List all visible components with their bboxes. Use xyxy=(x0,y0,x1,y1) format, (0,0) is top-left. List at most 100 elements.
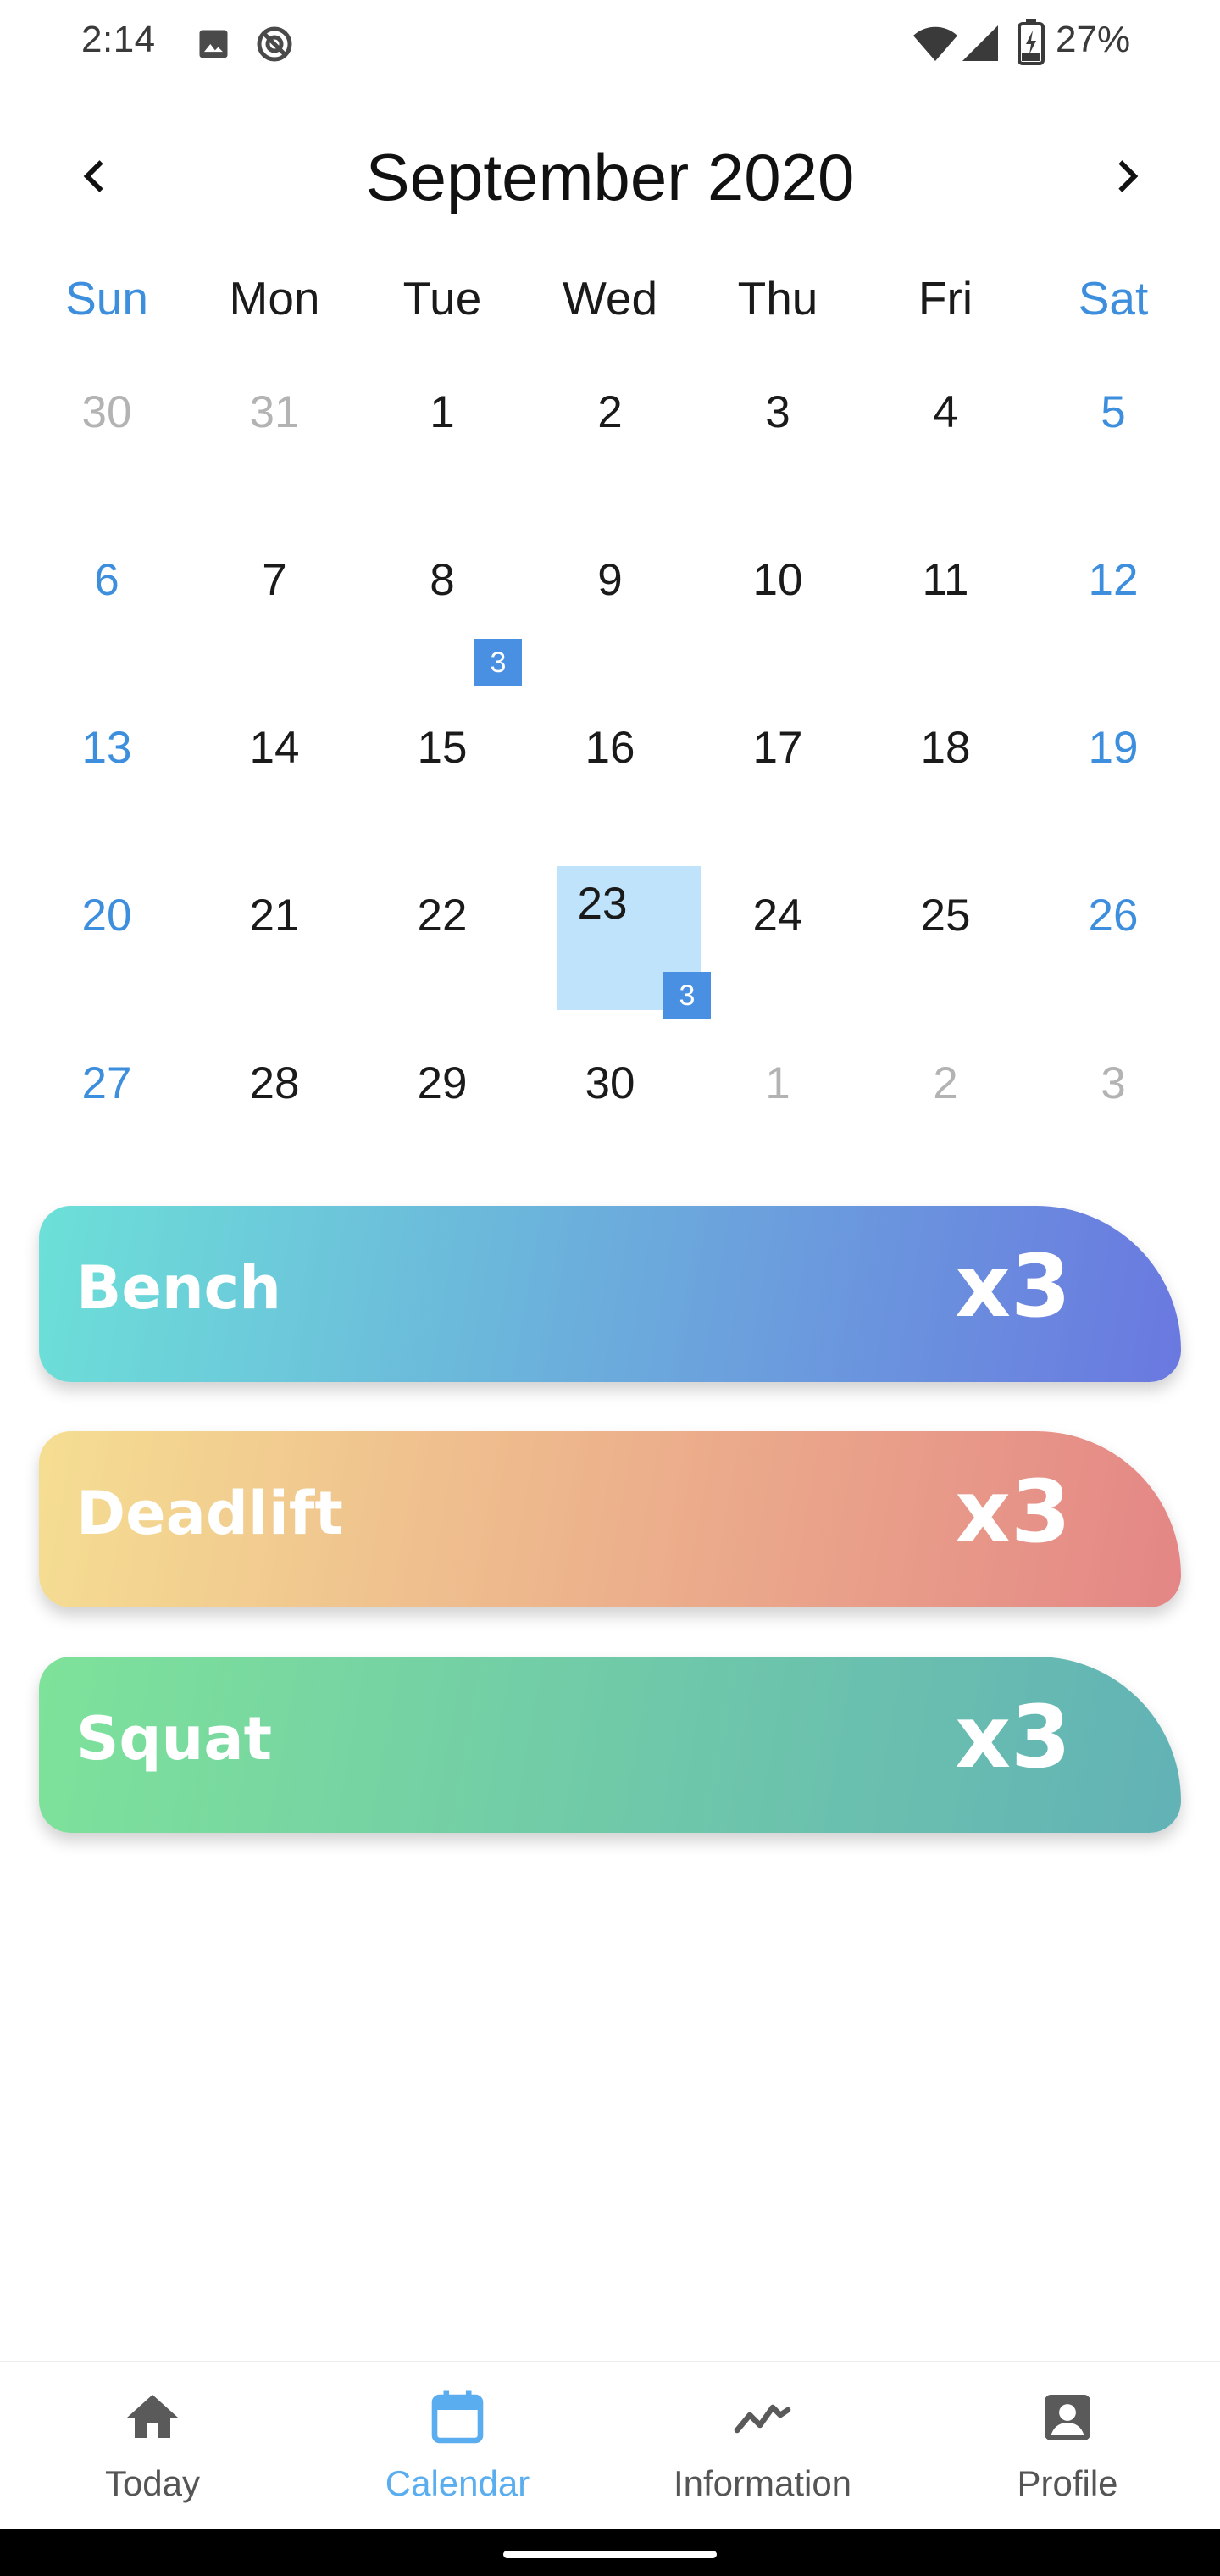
day-number: 7 xyxy=(262,555,287,605)
day-number: 12 xyxy=(1088,555,1139,605)
calendar-day[interactable]: 83 xyxy=(358,530,526,698)
calendar-day[interactable]: 24 xyxy=(694,866,862,1034)
calendar-day[interactable]: 23 3 xyxy=(526,866,711,1034)
weekday-label: Wed xyxy=(562,272,658,325)
exercise-count: x3 xyxy=(955,1236,1071,1337)
weekday-label: Sun xyxy=(65,272,148,325)
day-number: 29 xyxy=(417,1058,468,1108)
calendar-day[interactable]: 13 xyxy=(23,698,191,866)
calendar-day[interactable]: 27 xyxy=(23,1034,191,1202)
day-number: 8 xyxy=(430,555,455,605)
system-nav-bar xyxy=(0,2529,1220,2576)
calendar-day[interactable]: 30 xyxy=(526,1034,694,1202)
calendar-day[interactable]: 6 xyxy=(23,530,191,698)
exercise-card-deadlift[interactable]: Deadlift x3 xyxy=(39,1431,1181,1607)
calendar-header: September 2020 xyxy=(0,127,1220,229)
calendar-day[interactable]: 21 xyxy=(191,866,358,1034)
nav-label: Today xyxy=(104,2463,201,2503)
profile-icon xyxy=(1037,2387,1098,2448)
day-number: 13 xyxy=(81,723,132,773)
calendar-day[interactable]: 2 xyxy=(526,363,694,530)
calendar-day[interactable]: 12 xyxy=(1029,530,1197,698)
day-number: 22 xyxy=(417,891,468,941)
day-number: 30 xyxy=(585,1058,635,1108)
calendar-day[interactable]: 17 xyxy=(694,698,862,866)
image-icon xyxy=(195,25,232,67)
day-number: 21 xyxy=(249,891,300,941)
trending-icon xyxy=(732,2387,793,2448)
calendar-day[interactable]: 19 xyxy=(1029,698,1197,866)
day-number: 23 xyxy=(577,879,628,929)
day-number: 9 xyxy=(597,555,623,605)
calendar-day[interactable]: 25 xyxy=(862,866,1029,1034)
calendar-day[interactable]: 14 xyxy=(191,698,358,866)
nav-label: Profile xyxy=(1017,2463,1118,2503)
day-number: 11 xyxy=(922,555,969,605)
status-bar: 2:14 27% xyxy=(0,0,1220,88)
wifi-icon xyxy=(912,25,959,67)
calendar-day[interactable]: 28 xyxy=(191,1034,358,1202)
calendar-day[interactable]: 4 xyxy=(862,363,1029,530)
calendar-day[interactable]: 5 xyxy=(1029,363,1197,530)
calendar-day[interactable]: 10 xyxy=(694,530,862,698)
day-number: 4 xyxy=(933,387,958,437)
calendar-day-outside[interactable]: 31 xyxy=(191,363,358,530)
day-number: 25 xyxy=(920,891,971,941)
nav-item-calendar[interactable]: Calendar xyxy=(305,2362,610,2529)
calendar-day-outside[interactable]: 30 xyxy=(23,363,191,530)
bottom-nav: Today Calendar Information Profile xyxy=(0,2361,1220,2529)
day-number: 20 xyxy=(81,891,132,941)
day-number: 18 xyxy=(920,723,971,773)
prev-month-button[interactable] xyxy=(68,151,122,205)
day-number: 28 xyxy=(249,1058,300,1108)
exercise-count: x3 xyxy=(955,1462,1071,1563)
day-number: 1 xyxy=(430,387,455,437)
nav-item-profile[interactable]: Profile xyxy=(915,2362,1220,2529)
calendar-day[interactable]: 26 xyxy=(1029,866,1197,1034)
calendar-day-outside[interactable]: 1 xyxy=(694,1034,862,1202)
calendar-day-outside[interactable]: 3 xyxy=(1029,1034,1197,1202)
chevron-left-icon xyxy=(76,158,114,199)
calendar-day[interactable]: 18 xyxy=(862,698,1029,866)
day-number: 24 xyxy=(752,891,803,941)
weekday-label: Mon xyxy=(229,272,320,325)
calendar-day[interactable]: 22 xyxy=(358,866,526,1034)
day-number: 10 xyxy=(752,555,803,605)
nav-item-today[interactable]: Today xyxy=(0,2362,305,2529)
day-number: 2 xyxy=(933,1058,958,1108)
exercise-name: Squat xyxy=(76,1704,273,1774)
day-number: 6 xyxy=(94,555,119,605)
home-gesture-bar[interactable] xyxy=(503,2551,717,2558)
calendar-day[interactable]: 16 xyxy=(526,698,694,866)
calendar-day[interactable]: 9 xyxy=(526,530,694,698)
calendar-day[interactable]: 20 xyxy=(23,866,191,1034)
day-number: 17 xyxy=(752,723,803,773)
day-number: 30 xyxy=(81,387,132,437)
nav-label: Information xyxy=(673,2463,852,2503)
weekday-row: Sun Mon Tue Wed Thu Fri Sat xyxy=(0,271,1220,339)
calendar-day[interactable]: 3 xyxy=(694,363,862,530)
day-number: 2 xyxy=(597,387,623,437)
calendar-day-outside[interactable]: 2 xyxy=(862,1034,1029,1202)
day-number: 5 xyxy=(1101,387,1126,437)
sync-off-icon xyxy=(254,24,295,69)
status-time: 2:14 xyxy=(81,19,156,60)
nav-item-information[interactable]: Information xyxy=(610,2362,915,2529)
calendar-day[interactable]: 15 xyxy=(358,698,526,866)
calendar-icon xyxy=(427,2387,488,2448)
exercise-count: x3 xyxy=(955,1687,1071,1788)
next-month-button[interactable] xyxy=(1100,151,1154,205)
day-number: 26 xyxy=(1088,891,1139,941)
exercise-card-squat[interactable]: Squat x3 xyxy=(39,1657,1181,1833)
calendar-day[interactable]: 1 xyxy=(358,363,526,530)
calendar-grid: 30 31 1 2 3 4 5 6 7 8 3 9 10 11 12 13 14 15 16 17 18 19 20 21 22… xyxy=(0,363,1220,1142)
battery-charging-icon xyxy=(1017,19,1045,70)
day-number: 19 xyxy=(1088,723,1139,773)
day-number: 16 xyxy=(585,723,635,773)
calendar-day[interactable]: 29 xyxy=(358,1034,526,1202)
exercise-card-bench[interactable]: Bench x3 xyxy=(39,1206,1181,1382)
calendar-day[interactable]: 11 xyxy=(862,530,1029,698)
battery-percent: 27% xyxy=(1056,19,1131,60)
exercise-name: Bench xyxy=(76,1253,281,1323)
calendar-day[interactable]: 7 xyxy=(191,530,358,698)
